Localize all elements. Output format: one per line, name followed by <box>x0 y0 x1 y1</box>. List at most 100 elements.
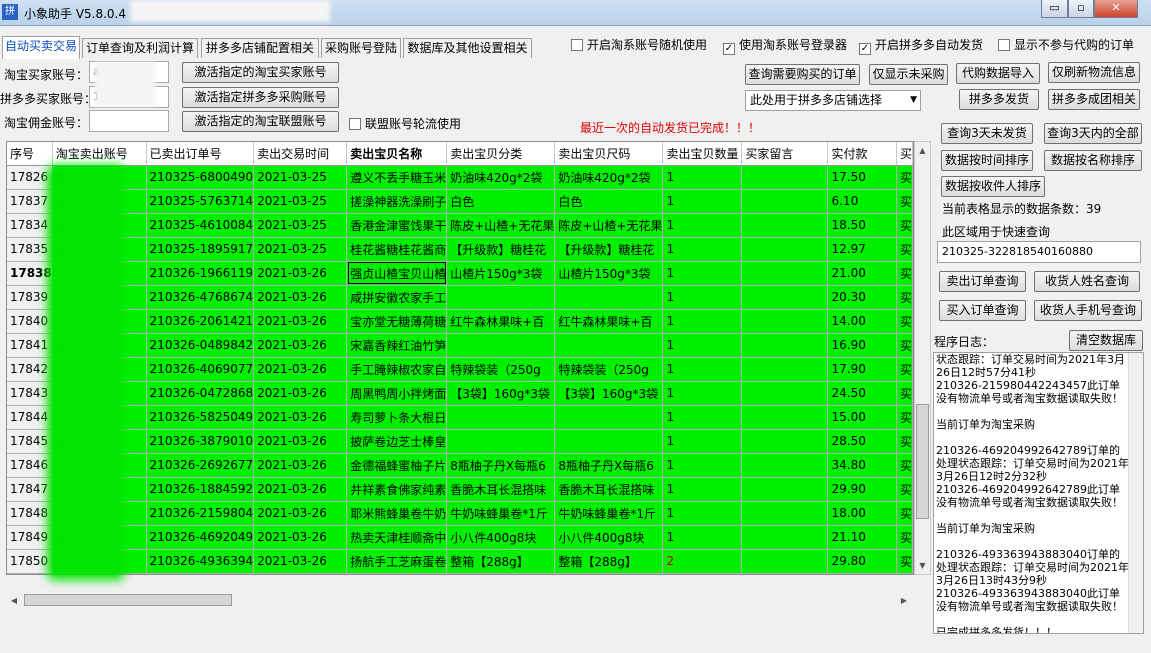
order-id-cell[interactable]: 210326-4692049 <box>146 525 255 550</box>
agent-import-button[interactable]: 代购数据导入 <box>956 63 1040 84</box>
order-id-cell[interactable]: 210325-1895917 <box>146 237 255 262</box>
column-header[interactable]: 卖出宝贝尺码 <box>554 142 664 166</box>
buyer-message-cell[interactable] <box>741 477 829 502</box>
paid-amount-cell[interactable]: 17.50 <box>827 165 897 190</box>
product-qty-cell[interactable]: 1 <box>662 525 743 550</box>
tab-database-settings[interactable]: 数据库及其他设置相关 <box>403 38 532 58</box>
product-name-cell[interactable]: 遵义不丢手糖玉米 <box>346 165 448 190</box>
product-category-cell[interactable]: 8瓶柚子丹X每瓶6 <box>446 453 556 478</box>
alliance-rotate-checkbox[interactable]: 联盟账号轮流使用 <box>349 117 461 131</box>
table-row[interactable]: 17847营店210326-18845922021-03-26井祥素食佛家纯素香… <box>7 477 913 502</box>
product-category-cell[interactable]: 香脆木耳长混搭味 <box>446 477 556 502</box>
extra-cell[interactable]: 买 <box>896 285 913 310</box>
paid-amount-cell[interactable]: 17.90 <box>827 357 897 382</box>
product-size-cell[interactable]: 陈皮+山楂+无花果 <box>554 213 664 238</box>
trade-time-cell[interactable]: 2021-03-26 <box>253 261 348 286</box>
order-id-cell[interactable]: 210326-4069077 <box>146 357 255 382</box>
row-seq-cell[interactable]: 17834 <box>7 213 53 238</box>
product-size-cell[interactable]: 【升级款】糖桂花 <box>554 237 664 262</box>
pdd-ship-button[interactable]: 拼多多发货 <box>959 89 1039 110</box>
extra-cell[interactable]: 买 <box>896 429 913 454</box>
buyer-message-cell[interactable] <box>741 261 829 286</box>
product-category-cell[interactable]: 白色 <box>446 189 556 214</box>
trade-time-cell[interactable]: 2021-03-26 <box>253 309 348 334</box>
product-qty-cell[interactable]: 1 <box>662 381 743 406</box>
table-row[interactable]: 17826店210325-68004902021-03-25遵义不丢手糖玉米奶油… <box>7 165 913 190</box>
extra-cell[interactable]: 买 <box>896 165 913 190</box>
row-seq-cell[interactable]: 17839 <box>7 285 53 310</box>
column-header[interactable]: 已卖出订单号 <box>146 142 255 166</box>
product-qty-cell[interactable]: 1 <box>662 501 743 526</box>
extra-cell[interactable]: 买 <box>896 453 913 478</box>
order-id-cell[interactable]: 210325-5763714 <box>146 189 255 214</box>
trade-time-cell[interactable]: 2021-03-25 <box>253 189 348 214</box>
paid-amount-cell[interactable]: 12.97 <box>827 237 897 262</box>
product-size-cell[interactable]: 山楂片150g*3袋 <box>554 261 664 286</box>
tab-purchase-login[interactable]: 采购账号登陆 <box>321 38 401 58</box>
trade-time-cell[interactable]: 2021-03-25 <box>253 213 348 238</box>
order-id-cell[interactable]: 210326-0472868 <box>146 381 255 406</box>
trade-time-cell[interactable]: 2021-03-26 <box>253 333 348 358</box>
buyer-message-cell[interactable] <box>741 453 829 478</box>
extra-cell[interactable]: 买 <box>896 477 913 502</box>
product-category-cell[interactable]: 牛奶味蜂巢卷*1斤 <box>446 501 556 526</box>
orders-grid[interactable]: 序号 淘宝卖出账号 已卖出订单号 卖出交易时间 卖出宝贝名称 卖出宝贝分类 卖出宝贝尺码 卖出… <box>6 141 914 575</box>
paid-amount-cell[interactable]: 16.90 <box>827 333 897 358</box>
product-category-cell[interactable] <box>446 333 556 358</box>
row-seq-cell[interactable]: 17850 <box>7 549 53 574</box>
show-unpurchased-button[interactable]: 仅显示未采购 <box>869 64 948 85</box>
extra-cell[interactable]: 买 <box>896 309 913 334</box>
paid-amount-cell[interactable]: 20.30 <box>827 285 897 310</box>
table-row[interactable]: 17838营店210326-19661192021-03-26强贞山楂宝贝山楂山… <box>7 261 913 286</box>
product-category-cell[interactable]: 陈皮+山楂+无花果 <box>446 213 556 238</box>
product-qty-cell[interactable]: 1 <box>662 237 743 262</box>
scroll-right-icon[interactable]: ▶ <box>896 592 912 609</box>
row-seq-cell[interactable]: 17844 <box>7 405 53 430</box>
paid-amount-cell[interactable]: 34.80 <box>827 453 897 478</box>
order-id-cell[interactable]: 210326-1966119 <box>146 261 255 286</box>
product-qty-cell[interactable]: 1 <box>662 333 743 358</box>
product-name-cell[interactable]: 咸拼安徽农家手工 <box>346 285 448 310</box>
row-seq-cell[interactable]: 17841 <box>7 333 53 358</box>
row-seq-cell[interactable]: 17846 <box>7 453 53 478</box>
extra-cell[interactable]: 买 <box>896 189 913 214</box>
paid-amount-cell[interactable]: 24.50 <box>827 381 897 406</box>
paid-amount-cell[interactable]: 28.50 <box>827 429 897 454</box>
product-size-cell[interactable]: 整箱【288g】 <box>554 549 664 574</box>
receiver-name-query-button[interactable]: 收货人姓名查询 <box>1034 271 1140 292</box>
order-id-cell[interactable]: 210326-3879010 <box>146 429 255 454</box>
row-seq-cell[interactable]: 17837 <box>7 189 53 214</box>
order-id-cell[interactable]: 210326-0489842 <box>146 333 255 358</box>
table-row[interactable]: 17845店210326-38790102021-03-26披萨卷边芝士棒皇12… <box>7 429 913 454</box>
tab-order-query[interactable]: 订单查询及利润计算 <box>82 38 198 58</box>
scroll-up-icon[interactable]: ▲ <box>915 142 930 159</box>
activate-taobao-alliance-button[interactable]: 激活指定的淘宝联盟账号 <box>182 111 339 132</box>
product-size-cell[interactable]: 小八件400g8块 <box>554 525 664 550</box>
product-size-cell[interactable]: 特辣袋装（250g <box>554 357 664 382</box>
product-category-cell[interactable] <box>446 405 556 430</box>
product-size-cell[interactable]: 奶油味420g*2袋 <box>554 165 664 190</box>
paid-amount-cell[interactable]: 18.00 <box>827 501 897 526</box>
scroll-down-icon[interactable]: ▼ <box>915 557 930 574</box>
table-row[interactable]: 17834健专营210325-46100842021-03-25香港金津蜜饯果干… <box>7 213 913 238</box>
paid-amount-cell[interactable]: 29.90 <box>827 477 897 502</box>
column-header[interactable]: 卖出宝贝分类 <box>446 142 556 166</box>
product-size-cell[interactable] <box>554 429 664 454</box>
trade-time-cell[interactable]: 2021-03-26 <box>253 285 348 310</box>
product-name-cell[interactable]: 扬航手工芝麻蛋卷 <box>346 549 448 574</box>
product-category-cell[interactable]: 【3袋】160g*3袋 <box>446 381 556 406</box>
column-header[interactable]: 买 <box>896 142 913 166</box>
trade-time-cell[interactable]: 2021-03-26 <box>253 525 348 550</box>
product-category-cell[interactable]: 特辣袋装（250g <box>446 357 556 382</box>
product-qty-cell[interactable]: 1 <box>662 405 743 430</box>
product-size-cell[interactable]: 8瓶柚子丹X每瓶6 <box>554 453 664 478</box>
order-id-cell[interactable]: 210325-6800490 <box>146 165 255 190</box>
product-name-cell[interactable]: 金德福蜂蜜柚子片 <box>346 453 448 478</box>
product-qty-cell[interactable]: 1 <box>662 189 743 214</box>
product-name-cell[interactable]: 披萨卷边芝士棒皇 <box>346 429 448 454</box>
product-size-cell[interactable] <box>554 285 664 310</box>
row-seq-cell[interactable]: 17826 <box>7 165 53 190</box>
buyer-message-cell[interactable] <box>741 309 829 334</box>
tab-auto-trade[interactable]: 自动买卖交易 <box>2 36 80 59</box>
paid-amount-cell[interactable]: 21.00 <box>827 261 897 286</box>
